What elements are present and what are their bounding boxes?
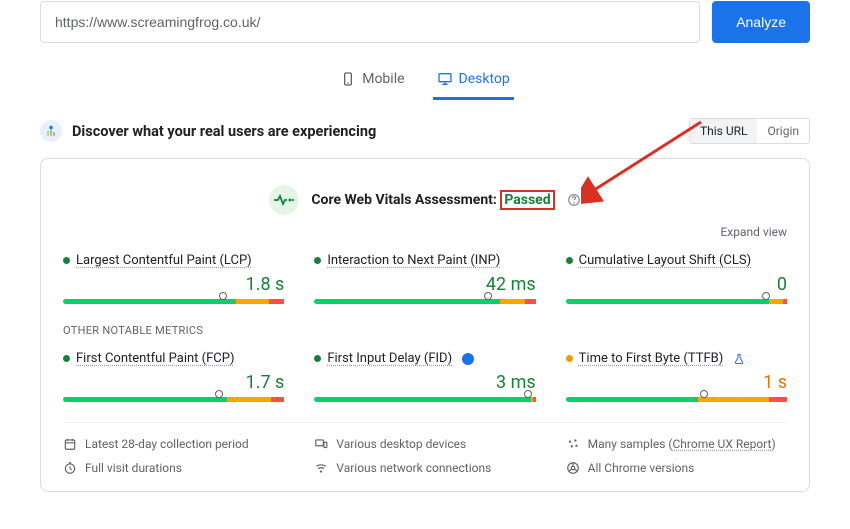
- metric-inp: Interaction to Next Paint (INP) 42 ms: [314, 253, 535, 304]
- crux-report-link[interactable]: Chrome UX Report: [672, 437, 771, 451]
- other-metrics-label: OTHER NOTABLE METRICS: [63, 324, 787, 337]
- panel-footer: Latest 28-day collection period Various …: [63, 422, 787, 491]
- analyze-button[interactable]: Analyze: [712, 1, 810, 43]
- metric-value: 0: [566, 274, 787, 295]
- distribution-bar: [314, 397, 535, 402]
- status-dot: [314, 257, 321, 264]
- search-bar: Analyze: [40, 1, 810, 43]
- metric-value: 1 s: [566, 372, 787, 393]
- expand-view-link[interactable]: Expand view: [63, 225, 787, 239]
- devices-icon: [314, 437, 328, 451]
- metric-name[interactable]: Cumulative Layout Shift (CLS): [579, 253, 751, 268]
- metric-fcp: First Contentful Paint (FCP) 1.7 s: [63, 351, 284, 402]
- metric-name[interactable]: First Input Delay (FID): [327, 351, 452, 366]
- toggle-origin[interactable]: Origin: [757, 119, 809, 143]
- assessment-status: Passed: [500, 190, 554, 210]
- distribution-bar: [566, 299, 787, 304]
- metric-cls: Cumulative Layout Shift (CLS) 0: [566, 253, 787, 304]
- tab-mobile[interactable]: Mobile: [336, 63, 408, 100]
- footer-samples: Many samples (Chrome UX Report): [566, 437, 787, 451]
- samples-icon: [566, 437, 580, 451]
- pulse-icon: [269, 185, 299, 215]
- info-badge-icon[interactable]: [462, 353, 474, 365]
- metric-value: 1.7 s: [63, 372, 284, 393]
- crux-panel: Core Web Vitals Assessment: Passed Expan…: [40, 158, 810, 492]
- footer-versions: All Chrome versions: [566, 461, 787, 475]
- clock-icon: [63, 461, 77, 475]
- other-metrics-grid: First Contentful Paint (FCP) 1.7 s First…: [63, 351, 787, 402]
- tab-mobile-label: Mobile: [362, 71, 404, 87]
- footer-durations: Full visit durations: [63, 461, 284, 475]
- assessment-label: Core Web Vitals Assessment: Passed: [311, 192, 554, 208]
- status-dot: [314, 355, 321, 362]
- discover-title: Discover what your real users are experi…: [72, 123, 376, 140]
- metric-ttfb: Time to First Byte (TTFB) 1 s: [566, 351, 787, 402]
- help-icon[interactable]: [567, 193, 581, 207]
- device-tabs: Mobile Desktop: [40, 63, 810, 100]
- tab-desktop[interactable]: Desktop: [433, 63, 514, 100]
- footer-devices: Various desktop devices: [314, 437, 535, 451]
- distribution-bar: [63, 397, 284, 402]
- tab-desktop-label: Desktop: [459, 71, 510, 87]
- metric-value: 42 ms: [314, 274, 535, 295]
- discover-icon: [40, 120, 62, 142]
- assessment-row: Core Web Vitals Assessment: Passed: [63, 185, 787, 215]
- desktop-icon: [437, 71, 453, 87]
- metric-value: 3 ms: [314, 372, 535, 393]
- core-vitals-grid: Largest Contentful Paint (LCP) 1.8 s Int…: [63, 253, 787, 304]
- metric-name[interactable]: Interaction to Next Paint (INP): [327, 253, 500, 268]
- chrome-icon: [566, 461, 580, 475]
- footer-period: Latest 28-day collection period: [63, 437, 284, 451]
- toggle-this-url[interactable]: This URL: [690, 119, 758, 143]
- footer-network: Various network connections: [314, 461, 535, 475]
- scope-toggle: This URL Origin: [689, 118, 810, 144]
- discover-header: Discover what your real users are experi…: [40, 118, 810, 144]
- experimental-icon[interactable]: [733, 353, 745, 365]
- distribution-bar: [63, 299, 284, 304]
- assessment-text: Core Web Vitals Assessment:: [311, 192, 496, 208]
- status-dot: [63, 355, 70, 362]
- distribution-bar: [314, 299, 535, 304]
- metric-name[interactable]: Largest Contentful Paint (LCP): [76, 253, 252, 268]
- metric-name[interactable]: Time to First Byte (TTFB): [579, 351, 724, 366]
- distribution-bar: [566, 397, 787, 402]
- metric-fid: First Input Delay (FID) 3 ms: [314, 351, 535, 402]
- status-dot: [63, 257, 70, 264]
- wifi-icon: [314, 461, 328, 475]
- url-input[interactable]: [40, 1, 700, 43]
- metric-lcp: Largest Contentful Paint (LCP) 1.8 s: [63, 253, 284, 304]
- status-dot: [566, 355, 573, 362]
- mobile-icon: [340, 71, 356, 87]
- metric-name[interactable]: First Contentful Paint (FCP): [76, 351, 235, 366]
- status-dot: [566, 257, 573, 264]
- calendar-icon: [63, 437, 77, 451]
- metric-value: 1.8 s: [63, 274, 284, 295]
